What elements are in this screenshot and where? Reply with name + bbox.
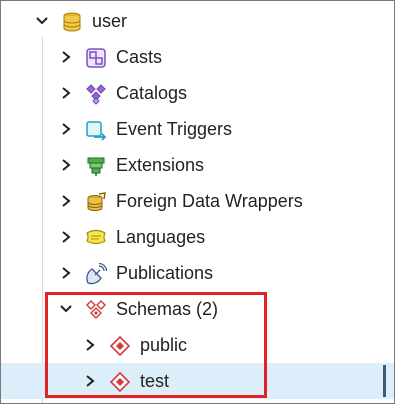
tree-node-label: Event Triggers [116, 119, 233, 139]
tree-node-label: Publications [116, 263, 214, 283]
languages-icon [86, 229, 106, 245]
chevron-right-icon[interactable] [59, 266, 73, 280]
tree-node-publications[interactable]: Publications [1, 255, 394, 291]
foreign-data-wrappers-icon [87, 192, 106, 211]
chevron-right-icon[interactable] [83, 374, 97, 388]
extensions-icon [87, 157, 105, 176]
casts-icon [86, 48, 106, 68]
chevron-down-icon[interactable] [35, 14, 49, 28]
event-triggers-icon [86, 121, 107, 141]
chevron-right-icon[interactable] [59, 122, 73, 136]
tree-node-user[interactable]: user [1, 3, 394, 39]
tree-node-label: Schemas (2) [116, 299, 219, 319]
schema-icon [109, 335, 131, 357]
tree-node-languages[interactable]: Languages [1, 219, 394, 255]
tree-node-label: Foreign Data Wrappers [116, 191, 303, 211]
database-icon [63, 12, 81, 32]
tree-node-label: Languages [116, 227, 206, 247]
tree-node-extensions[interactable]: Extensions [1, 147, 394, 183]
chevron-down-icon[interactable] [59, 302, 73, 316]
tree-node-label: Casts [116, 47, 163, 67]
chevron-right-icon[interactable] [59, 194, 73, 208]
chevron-right-icon[interactable] [59, 50, 73, 64]
object-explorer-tree: user Casts Catalogs Event Triggers Exten… [0, 0, 395, 404]
catalogs-icon [86, 84, 106, 105]
tree-node-label: test [140, 371, 170, 391]
tree-node-schemas[interactable]: Schemas (2) [1, 291, 394, 327]
chevron-right-icon[interactable] [59, 230, 73, 244]
chevron-right-icon[interactable] [59, 158, 73, 172]
tree-node-label: Extensions [116, 155, 205, 175]
tree-node-catalogs[interactable]: Catalogs [1, 75, 394, 111]
tree-node-casts[interactable]: Casts [1, 39, 394, 75]
tree-node-label: user [92, 11, 128, 31]
chevron-right-icon[interactable] [59, 86, 73, 100]
publications-icon [86, 263, 107, 285]
tree-node-foreign-data-wrappers[interactable]: Foreign Data Wrappers [1, 183, 394, 219]
tree-node-event-triggers[interactable]: Event Triggers [1, 111, 394, 147]
selection-indicator [383, 365, 386, 397]
schemas-icon [86, 300, 106, 319]
tree-node-label: Catalogs [116, 83, 188, 103]
tree-node-schema-public[interactable]: public [1, 327, 394, 363]
schema-icon [109, 371, 131, 393]
tree-node-schema-test[interactable]: test [1, 363, 394, 399]
chevron-right-icon[interactable] [83, 338, 97, 352]
tree-node-label: public [140, 335, 188, 355]
